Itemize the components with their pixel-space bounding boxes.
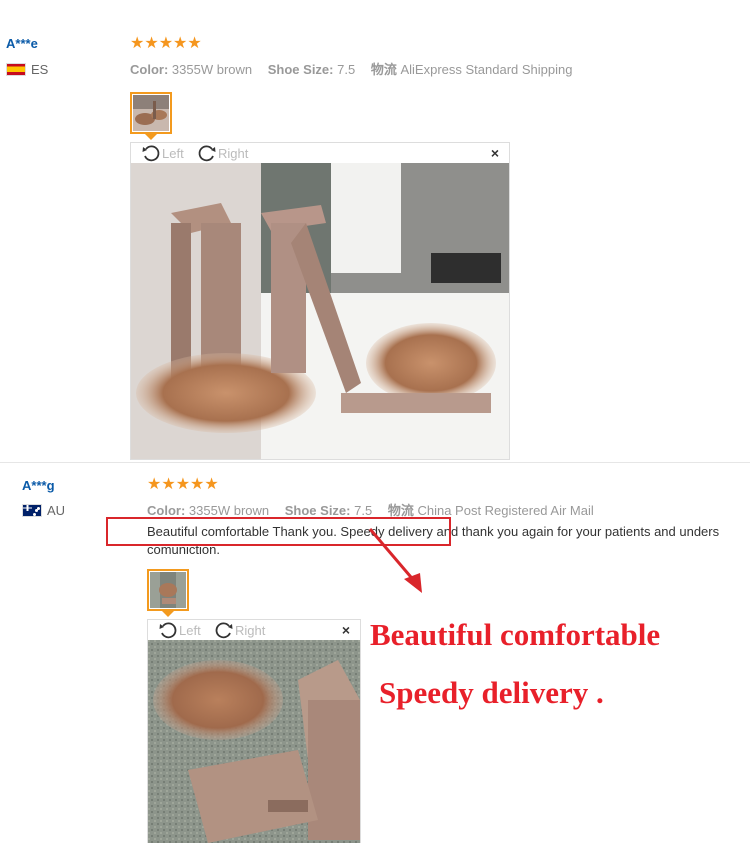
shipping-value: AliExpress Standard Shipping: [400, 62, 573, 77]
rotate-left-icon: [142, 145, 160, 162]
review-item: A***g AU ★★★★★ Color: 3355W brown Shoe S…: [0, 462, 750, 843]
color-value: 3355W brown: [171, 62, 253, 77]
color-value: 3355W brown: [188, 503, 270, 518]
thumbnail-image: [150, 572, 186, 608]
viewer-toolbar: Left Right ×: [148, 620, 360, 640]
rotate-right-label: Right: [235, 622, 266, 638]
review-photo: [148, 640, 360, 843]
rotate-left-icon: [159, 622, 177, 639]
rotate-right-icon: [198, 145, 216, 162]
thumbnail-pointer: [145, 134, 157, 140]
size-label: Shoe Size:: [267, 62, 334, 77]
review-photo-thumbnail[interactable]: [130, 92, 172, 134]
rotate-right-label: Right: [218, 145, 249, 161]
color-label: Color:: [147, 503, 186, 518]
rotate-left-label: Left: [179, 622, 201, 638]
reviewer-country: ES: [6, 62, 48, 77]
thumbnail-image: [133, 95, 169, 131]
photo-viewer: Left Right ×: [130, 142, 510, 460]
color-label: Color:: [130, 62, 169, 77]
spain-flag-icon: [6, 63, 26, 76]
country-code: AU: [47, 503, 66, 518]
callout-text-line-1: Beautiful comfortable: [370, 617, 661, 652]
callout-text-line-2: Speedy delivery .: [379, 675, 604, 710]
australia-flag-icon: [22, 504, 42, 517]
country-code: ES: [31, 62, 49, 77]
size-value: 7.5: [337, 62, 356, 77]
star-rating: ★★★★★: [130, 35, 202, 52]
photo-viewer: Left Right ×: [147, 619, 361, 843]
rotate-left-button[interactable]: Left: [158, 620, 201, 640]
sandal-photo-image: [131, 163, 509, 459]
order-info: Color: 3355W brown Shoe Size: 7.5 物流 Ali…: [130, 59, 572, 78]
callout-arrow-icon: [368, 528, 422, 593]
star-rating: ★★★★★: [147, 476, 219, 493]
shipping-label: 物流: [370, 62, 397, 77]
review-photo-thumbnail[interactable]: [147, 569, 189, 611]
size-label: Shoe Size:: [284, 503, 351, 518]
reviewer-name[interactable]: A***g: [22, 478, 55, 493]
review-photo: [131, 163, 509, 459]
close-viewer-button[interactable]: ×: [491, 145, 499, 161]
reviewer-country: AU: [22, 503, 65, 518]
rotate-right-button[interactable]: Right: [197, 143, 248, 163]
close-viewer-button[interactable]: ×: [342, 622, 350, 638]
rotate-left-button[interactable]: Left: [141, 143, 184, 163]
viewer-toolbar: Left Right ×: [131, 143, 509, 163]
shipping-value: China Post Registered Air Mail: [417, 503, 594, 518]
size-value: 7.5: [354, 503, 373, 518]
rotate-right-button[interactable]: Right: [214, 620, 265, 640]
reviewer-name[interactable]: A***e: [6, 36, 38, 51]
shipping-label: 物流: [387, 503, 414, 518]
sandal-photo-image: [148, 640, 360, 843]
thumbnail-pointer: [162, 611, 174, 617]
rotate-right-icon: [215, 622, 233, 639]
rotate-left-label: Left: [162, 145, 184, 161]
review-item: A***e ES ★★★★★ Color: 3355W brown Shoe S…: [0, 0, 750, 462]
